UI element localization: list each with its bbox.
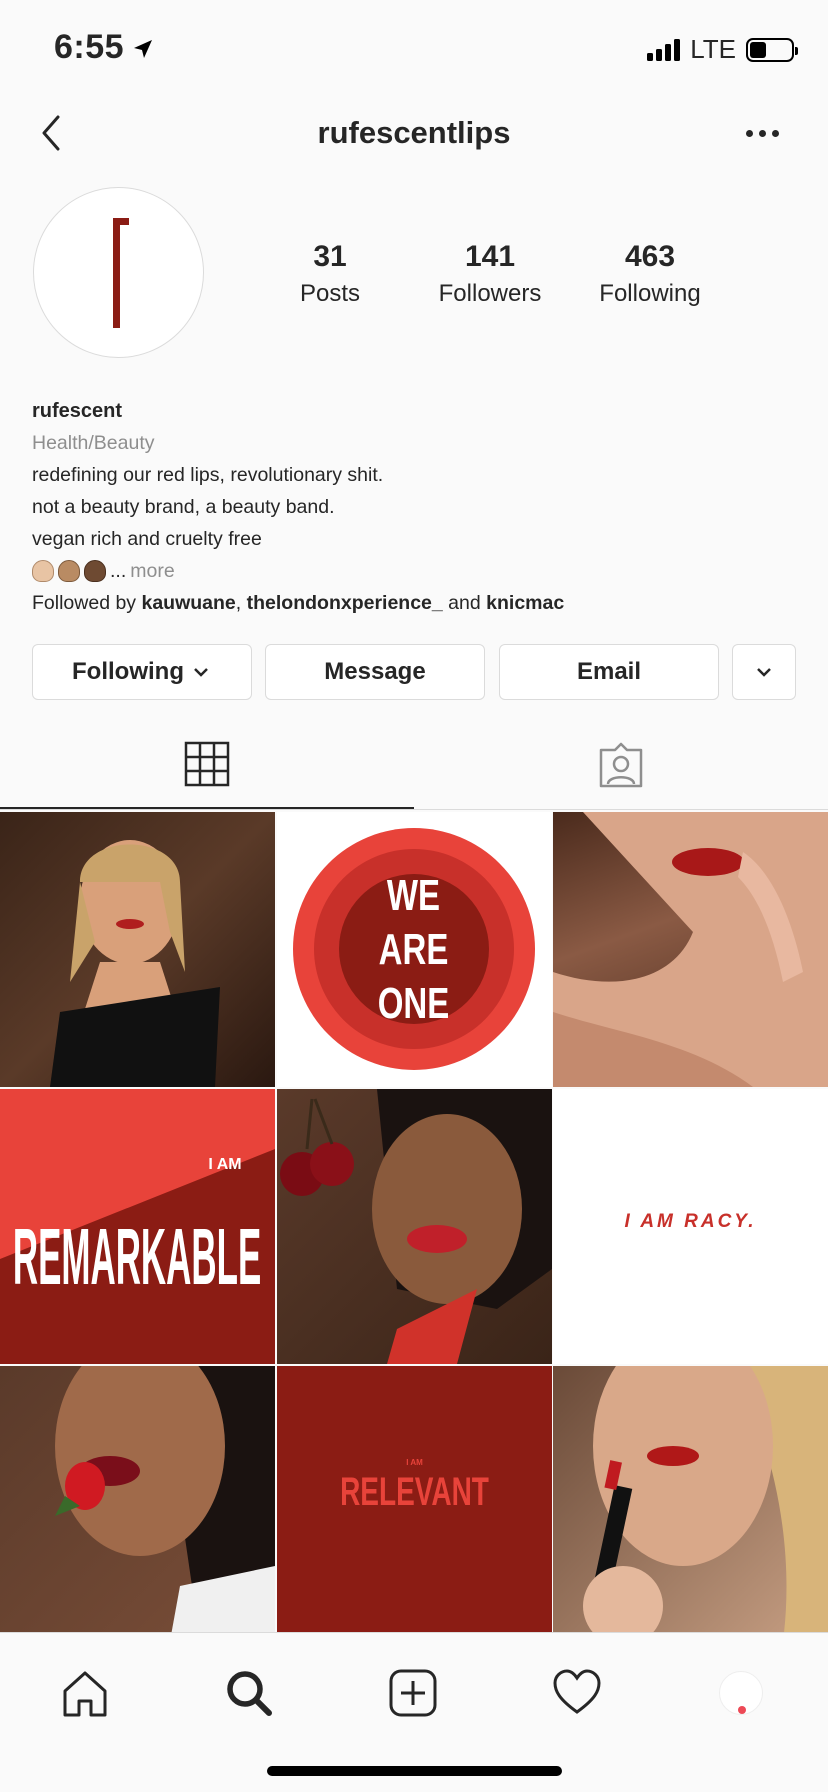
post-thumbnail[interactable]: I AM REMARKABLE <box>0 1089 275 1364</box>
battery-icon <box>746 37 798 62</box>
post-text: I AM <box>208 1156 241 1173</box>
brand-logo-icon <box>113 218 129 328</box>
post-text: I AM RACY. <box>624 1211 757 1232</box>
signal-icon <box>647 38 681 61</box>
followed-by-prefix: Followed by <box>32 592 137 614</box>
status-time: 6:55 <box>54 28 125 66</box>
home-icon[interactable] <box>55 1663 115 1723</box>
follower-link[interactable]: kauwuane <box>141 592 235 614</box>
grid-icon <box>184 741 230 786</box>
bio-line: redefining our red lips, revolutionary s… <box>32 464 384 486</box>
profile-actions: Following Message Email <box>32 644 796 700</box>
display-name: rufescent <box>32 400 123 422</box>
stat-followers[interactable]: 141 Followers <box>420 240 560 308</box>
bio-line: vegan rich and cruelty free <box>32 528 262 550</box>
post-text: WE <box>387 872 440 921</box>
fist-emoji-dark-icon <box>84 560 106 582</box>
profile-tabs <box>0 720 828 810</box>
category-label: Health/Beauty <box>32 432 155 454</box>
followers-label: Followers <box>438 280 542 307</box>
more-link[interactable]: more <box>130 555 174 587</box>
post-text: I AM <box>406 1458 423 1467</box>
lips-closeup-image <box>553 812 828 1087</box>
nav-bar: rufescentlips <box>0 95 828 175</box>
following-label: Following <box>599 280 701 307</box>
lipstick-portrait-image <box>583 1366 828 1632</box>
status-right: LTE <box>647 34 798 65</box>
stat-following[interactable]: 463 Following <box>580 240 720 308</box>
post-text: REMARKABLE <box>13 1213 261 1302</box>
tab-grid[interactable] <box>0 720 414 809</box>
posts-label: Posts <box>299 280 361 307</box>
post-thumbnail[interactable] <box>0 812 275 1087</box>
post-text: ONE <box>378 980 449 1029</box>
following-button[interactable]: Following <box>32 644 252 700</box>
stat-posts[interactable]: 31 Posts <box>280 240 380 308</box>
email-button[interactable]: Email <box>499 644 719 700</box>
followed-by-sep: , <box>235 592 242 614</box>
tab-tagged[interactable] <box>414 720 828 810</box>
strawberry-portrait-image <box>55 1366 275 1632</box>
heart-icon[interactable] <box>547 1663 607 1723</box>
search-icon[interactable] <box>219 1663 279 1723</box>
home-indicator <box>267 1766 562 1776</box>
post-thumbnail[interactable] <box>277 1089 552 1364</box>
chevron-down-icon <box>757 668 771 677</box>
followers-count: 141 <box>464 240 516 273</box>
post-thumbnail[interactable]: WE ARE ONE <box>277 812 552 1087</box>
followed-by[interactable]: Followed by kauwuane, thelondonxperience… <box>32 587 802 619</box>
post-grid: WE ARE ONE I AM REMARKABLE I AM RACY. I … <box>0 812 828 1632</box>
tagged-person-icon <box>599 742 643 788</box>
bio-emoji-row: ... more <box>32 555 802 587</box>
portrait-image <box>50 840 220 1087</box>
followed-by-and: and <box>448 592 481 614</box>
new-post-icon[interactable] <box>383 1663 443 1723</box>
more-options-icon[interactable] <box>742 121 782 145</box>
post-thumbnail[interactable]: I AM RELEVANT <box>277 1366 552 1632</box>
bio-ellipsis: ... <box>110 560 127 582</box>
bottom-tab-bar <box>0 1632 828 1792</box>
status-bar: 6:55 LTE <box>0 0 828 95</box>
post-text: ARE <box>379 926 449 975</box>
notification-dot <box>738 1706 746 1714</box>
avatar[interactable] <box>33 187 204 358</box>
network-type: LTE <box>690 34 736 64</box>
fist-emoji-medium-icon <box>58 560 80 582</box>
bio-line: not a beauty brand, a beauty band. <box>32 496 335 518</box>
post-thumbnail[interactable] <box>553 812 828 1087</box>
profile-username-title: rufescentlips <box>317 115 511 150</box>
post-text: RELEVANT <box>340 1470 489 1514</box>
fist-emoji-light-icon <box>32 560 54 582</box>
message-button[interactable]: Message <box>265 644 485 700</box>
following-count: 463 <box>624 240 676 273</box>
post-thumbnail[interactable] <box>0 1366 275 1632</box>
follower-link[interactable]: thelondonxperience_ <box>247 592 443 614</box>
following-button-label: Following <box>72 658 184 685</box>
we-are-one-graphic: WE ARE ONE <box>293 828 535 1070</box>
post-thumbnail[interactable] <box>553 1366 828 1632</box>
chevron-down-icon <box>194 668 208 677</box>
follower-link[interactable]: knicmac <box>486 592 564 614</box>
cherries-portrait-image <box>280 1089 552 1364</box>
profile-bio: rufescent Health/Beauty redefining our r… <box>32 395 802 619</box>
post-thumbnail[interactable]: I AM RACY. <box>553 1089 828 1364</box>
location-arrow-icon <box>134 40 152 58</box>
posts-count: 31 <box>313 240 347 273</box>
suggestions-toggle-button[interactable] <box>732 644 796 700</box>
profile-tab-avatar[interactable] <box>711 1663 771 1723</box>
i-am-remarkable-graphic: I AM REMARKABLE <box>0 1149 275 1364</box>
